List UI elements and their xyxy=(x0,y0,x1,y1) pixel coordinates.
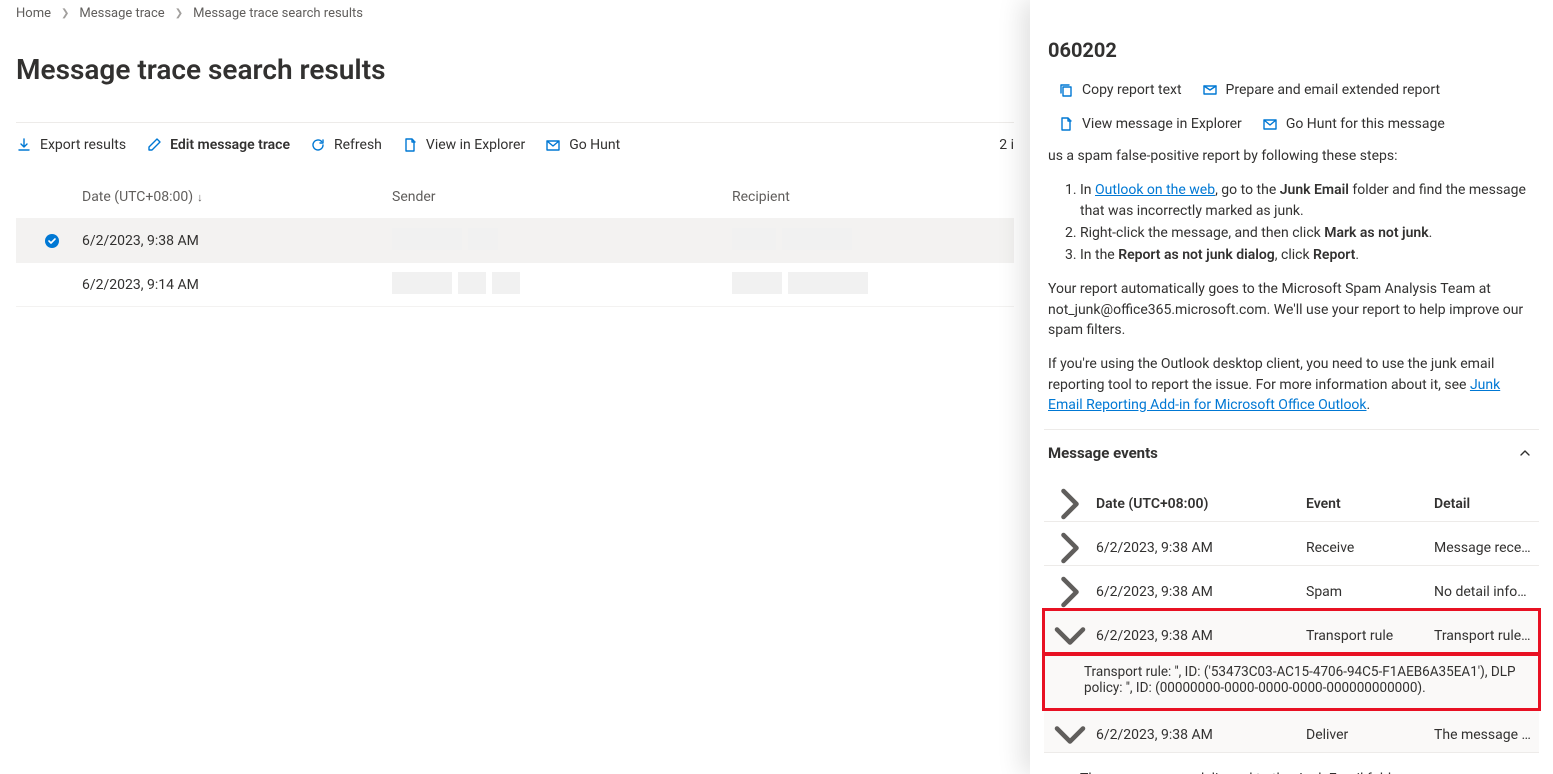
checkmark-icon xyxy=(22,233,82,249)
row-recipient xyxy=(732,272,1008,298)
explorer-label: View in Explorer xyxy=(426,137,525,153)
prepare-email-report-button[interactable]: Prepare and email extended report xyxy=(1202,82,1441,98)
copy-icon xyxy=(1058,82,1074,98)
events-footer-text: The message was delivered to the Junk Em… xyxy=(1044,753,1539,774)
main-content: Home ❯ Message trace ❯ Message trace sea… xyxy=(0,0,1030,774)
row-date: 6/2/2023, 9:38 AM xyxy=(82,233,392,249)
results-table: Date (UTC+08:00)↓ Sender Recipient 6/2/2… xyxy=(16,175,1014,307)
col-date[interactable]: Date (UTC+08:00) xyxy=(1096,496,1306,512)
hunt-icon xyxy=(545,137,561,153)
view-message-explorer-button[interactable]: View message in Explorer xyxy=(1058,116,1242,132)
row-sender xyxy=(392,272,732,298)
paragraph: If you're using the Outlook desktop clie… xyxy=(1048,354,1535,415)
list-item: Right-click the message, and then click … xyxy=(1080,223,1535,243)
divider xyxy=(1044,429,1539,430)
row-sender xyxy=(392,228,732,254)
refresh-button[interactable]: Refresh xyxy=(310,137,382,153)
export-label: Export results xyxy=(40,137,126,153)
edit-label: Edit message trace xyxy=(170,137,290,153)
sort-desc-icon: ↓ xyxy=(197,191,203,204)
event-row-deliver[interactable]: 6/2/2023, 9:38 AM Deliver The message wa… xyxy=(1044,709,1539,753)
chevron-down-icon[interactable] xyxy=(1044,610,1096,662)
edit-message-trace-button[interactable]: Edit message trace xyxy=(146,137,290,153)
go-hunt-message-button[interactable]: Go Hunt for this message xyxy=(1262,116,1445,132)
panel-title: 060202 xyxy=(1044,0,1539,82)
go-hunt-button[interactable]: Go Hunt xyxy=(545,137,620,153)
page-title: Message trace search results xyxy=(16,25,1014,122)
col-detail[interactable]: Detail xyxy=(1434,496,1539,512)
copy-report-button[interactable]: Copy report text xyxy=(1058,82,1182,98)
chevron-right-icon: ❯ xyxy=(61,8,69,19)
event-type: Spam xyxy=(1306,584,1434,600)
document-icon xyxy=(1058,116,1074,132)
event-type: Receive xyxy=(1306,540,1434,556)
column-date[interactable]: Date (UTC+08:00)↓ xyxy=(82,189,392,205)
chevron-down-icon[interactable] xyxy=(1044,709,1096,761)
refresh-label: Refresh xyxy=(334,137,382,153)
refresh-icon xyxy=(310,137,326,153)
panel-actions: Copy report text Prepare and email exten… xyxy=(1044,82,1539,146)
chevron-up-icon[interactable] xyxy=(1517,445,1533,461)
event-type: Transport rule xyxy=(1306,628,1434,644)
intro-line: us a spam false-positive report by follo… xyxy=(1048,146,1535,166)
mail-gear-icon xyxy=(1202,82,1218,98)
outlook-web-link[interactable]: Outlook on the web xyxy=(1095,182,1215,198)
event-detail: Transport rule: '', I… xyxy=(1434,628,1539,644)
toolbar: Export results Edit message trace Refres… xyxy=(16,123,1014,167)
event-date: 6/2/2023, 9:38 AM xyxy=(1096,628,1306,644)
gohunt-label: Go Hunt xyxy=(569,137,620,153)
section-title: Message events xyxy=(1048,444,1158,462)
event-detail: The message was … xyxy=(1434,727,1539,743)
event-row-spam[interactable]: 6/2/2023, 9:38 AM Spam No detail informa… xyxy=(1044,566,1539,610)
column-recipient[interactable]: Recipient xyxy=(732,189,1008,205)
breadcrumb-home[interactable]: Home xyxy=(16,6,51,21)
event-date: 6/2/2023, 9:38 AM xyxy=(1096,727,1306,743)
col-event[interactable]: Event xyxy=(1306,496,1434,512)
document-icon xyxy=(402,137,418,153)
event-row-transport-rule[interactable]: 6/2/2023, 9:38 AM Transport rule Transpo… xyxy=(1044,610,1539,654)
row-date: 6/2/2023, 9:14 AM xyxy=(82,277,392,293)
event-expanded-detail: Transport rule: '', ID: ('53473C03-AC15-… xyxy=(1044,654,1539,709)
event-type: Deliver xyxy=(1306,727,1434,743)
message-events-header[interactable]: Message events xyxy=(1044,440,1539,478)
breadcrumb-current: Message trace search results xyxy=(193,6,363,21)
steps-list: In Outlook on the web, go to the Junk Em… xyxy=(1048,180,1535,265)
events-table: Date (UTC+08:00) Event Detail 6/2/2023, … xyxy=(1044,478,1539,774)
column-sender[interactable]: Sender xyxy=(392,189,732,205)
panel-body: us a spam false-positive report by follo… xyxy=(1044,146,1539,415)
hunt-icon xyxy=(1262,116,1278,132)
download-icon xyxy=(16,137,32,153)
item-count: 2 i xyxy=(999,137,1014,153)
export-results-button[interactable]: Export results xyxy=(16,137,126,153)
edit-icon xyxy=(146,137,162,153)
row-recipient xyxy=(732,228,1008,254)
breadcrumb: Home ❯ Message trace ❯ Message trace sea… xyxy=(16,0,1014,25)
list-item: In the Report as not junk dialog, click … xyxy=(1080,245,1535,265)
view-in-explorer-button[interactable]: View in Explorer xyxy=(402,137,525,153)
table-row[interactable]: 6/2/2023, 9:14 AM xyxy=(16,263,1014,307)
table-row[interactable]: 6/2/2023, 9:38 AM xyxy=(16,219,1014,263)
breadcrumb-message-trace[interactable]: Message trace xyxy=(79,6,164,21)
paragraph: Your report automatically goes to the Mi… xyxy=(1048,279,1535,340)
table-header: Date (UTC+08:00)↓ Sender Recipient xyxy=(16,175,1014,219)
chevron-right-icon: ❯ xyxy=(175,8,183,19)
event-detail: No detail informa… xyxy=(1434,584,1539,600)
event-row-receive[interactable]: 6/2/2023, 9:38 AM Receive Message receiv… xyxy=(1044,522,1539,566)
details-panel: 060202 Copy report text Prepare and emai… xyxy=(1030,0,1553,774)
list-item: In Outlook on the web, go to the Junk Em… xyxy=(1080,180,1535,221)
events-header: Date (UTC+08:00) Event Detail xyxy=(1044,478,1539,522)
event-date: 6/2/2023, 9:38 AM xyxy=(1096,584,1306,600)
event-detail: Message received… xyxy=(1434,540,1539,556)
event-date: 6/2/2023, 9:38 AM xyxy=(1096,540,1306,556)
